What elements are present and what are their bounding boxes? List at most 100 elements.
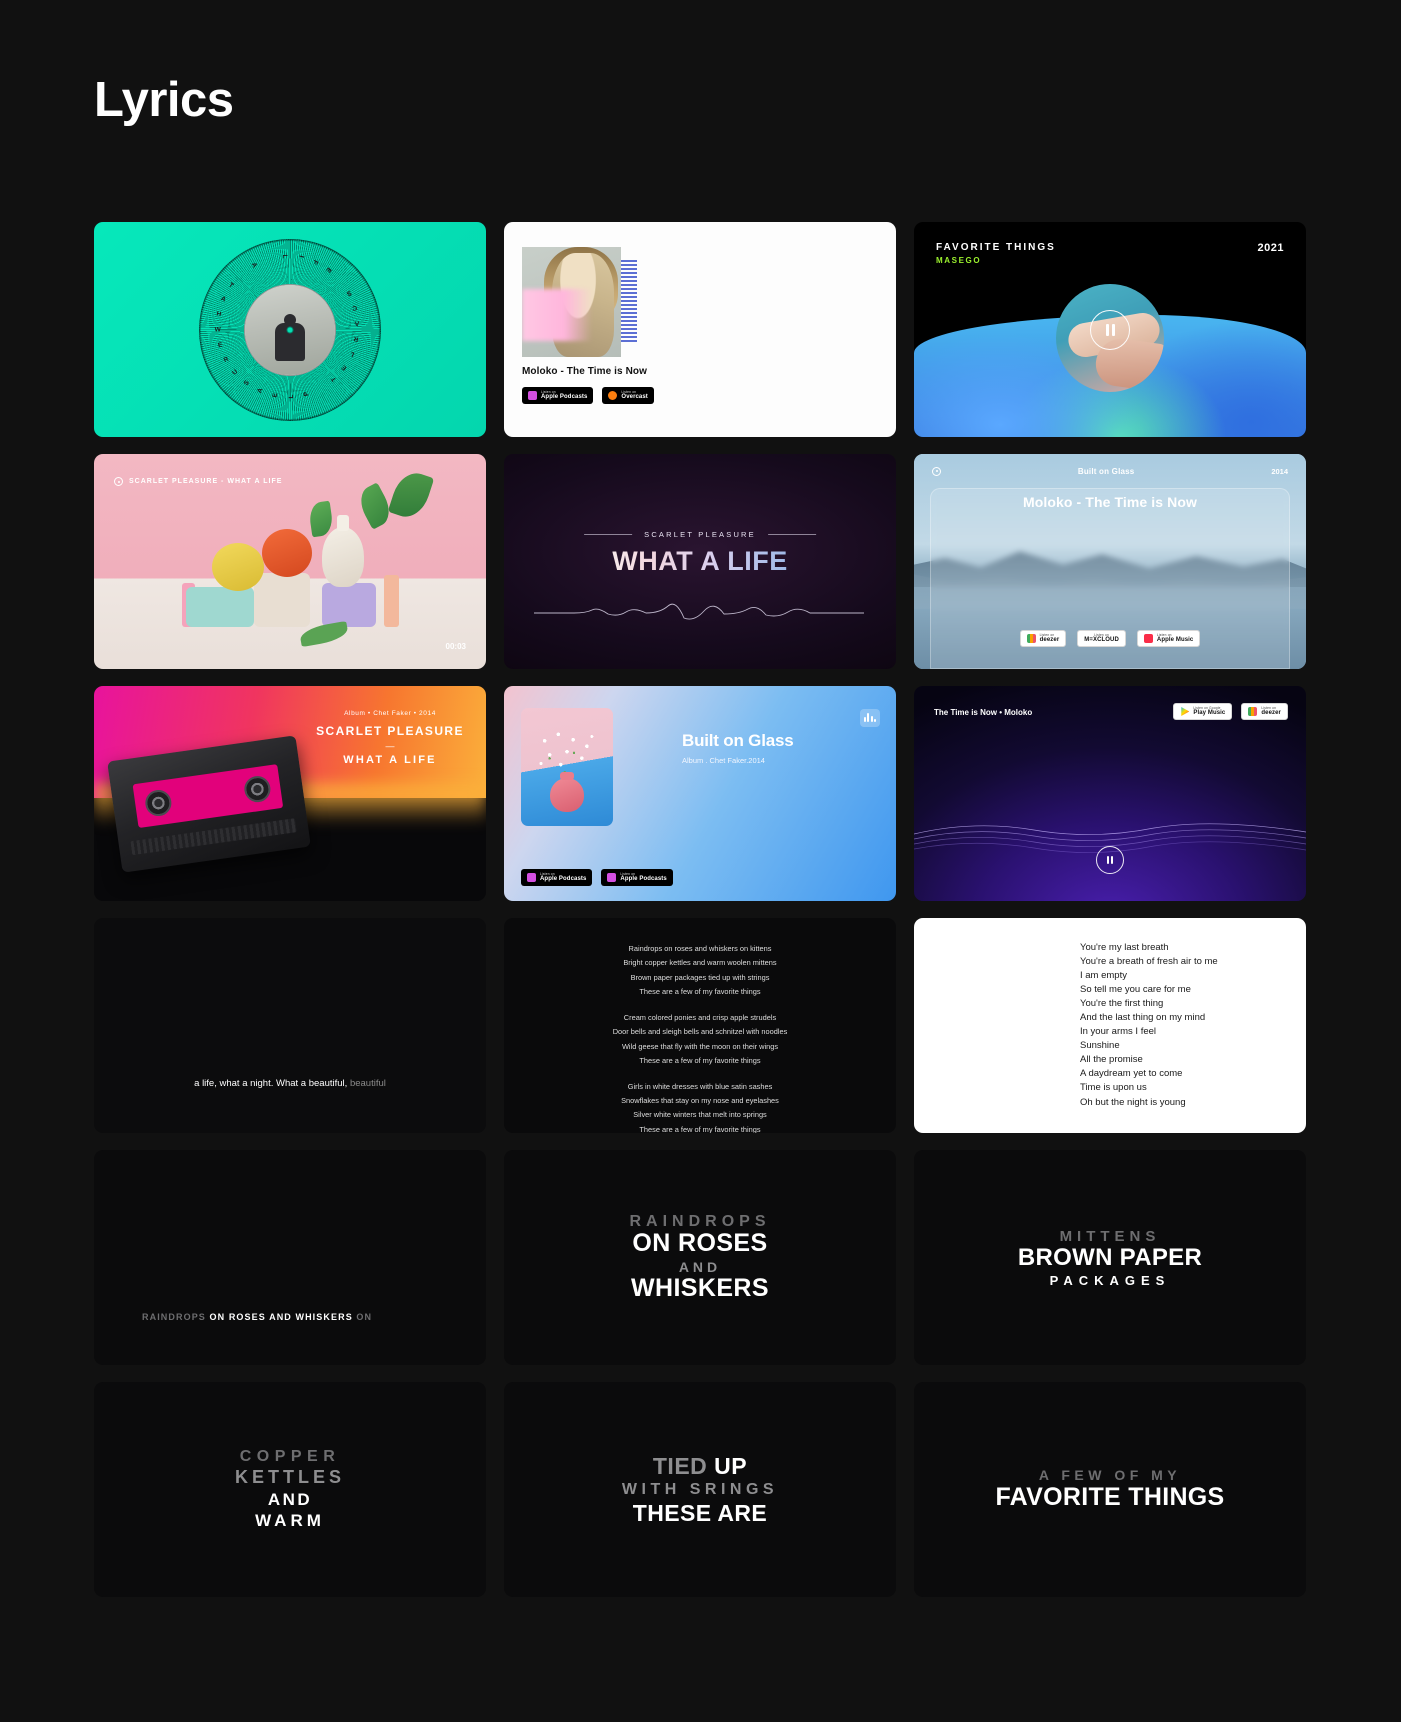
beige-pedestal: [254, 573, 310, 627]
rule-left: [584, 534, 633, 535]
vinyl-arc-char: E: [340, 362, 349, 371]
kinetic-stack: TIED UP WITH SRINGS THESE ARE: [622, 1453, 778, 1527]
lyric-line: These are a few of my favorite things: [639, 987, 761, 997]
kinetic-line: RAINDROPS ON ROSES AND WHISKERS ON: [142, 1312, 372, 1322]
deezer-icon: [1026, 634, 1036, 643]
card-kinetic-on-roses[interactable]: RAINDROPS ON ROSES AND WHISKERS: [504, 1150, 896, 1365]
built-on-glass-badges: Listen on Apple Podcasts Listen on Apple…: [521, 869, 673, 886]
card-lyrics-block[interactable]: Raindrops on roses and whiskers on kitte…: [504, 918, 896, 1133]
kinetic-line-2: ON ROSES: [632, 1228, 768, 1257]
lyric-line: In your arms I feel: [1080, 1026, 1157, 1038]
podcast-badges: Listen on Apple Podcasts Listen on Overc…: [522, 387, 654, 404]
card-purple-wave[interactable]: The Time is Now • Moloko Listen on Googl…: [914, 686, 1306, 901]
card-kinetic-favorite-things[interactable]: A FEW OF MY FAVORITE THINGS: [914, 1382, 1306, 1597]
peach-rod: [384, 575, 399, 627]
card-built-on-glass[interactable]: Built on Glass Album . Chet Faker.2014 L…: [504, 686, 896, 901]
lyric-line: Bright copper kettles and warm woolen mi…: [623, 958, 777, 968]
badge-small-label: Listen on: [541, 389, 556, 394]
card-kinetic-copper-kettles[interactable]: COPPER KETTLES AND WARM: [94, 1382, 486, 1597]
badge-small-label: Listen on: [1261, 705, 1277, 710]
card-cassette[interactable]: Album • Chet Faker • 2014 SCARLET PLEASU…: [94, 686, 486, 901]
lyric-line: Sunshine: [1080, 1040, 1120, 1052]
card-glass-photo[interactable]: Built on Glass 2014 Moloko - The Time is…: [914, 454, 1306, 669]
badge-apple-podcasts[interactable]: Listen on Apple Podcasts: [521, 869, 593, 886]
card-a-life-caption[interactable]: a life, what a night. What a beautiful, …: [94, 918, 486, 1133]
badge-big-label: Apple Podcasts: [540, 876, 587, 883]
track-title: The Time is Now • Moloko: [934, 708, 1033, 717]
badge-apple-podcasts[interactable]: Listen on Apple Podcasts: [522, 387, 594, 404]
badge-apple-podcasts-2[interactable]: Listen on Apple Podcasts: [601, 869, 673, 886]
badge-small-label: Listen on: [620, 871, 636, 876]
podcast-title: Moloko - The Time is Now: [522, 366, 648, 377]
cards-grid: WHAT A LIFE SCARLET PLEASURE WHATALIFESC…: [94, 222, 1309, 1597]
vinyl-arc-char: W: [214, 326, 222, 333]
badge-big-label: Apple Podcasts: [541, 394, 588, 401]
badge-small-label: Listen on: [1039, 632, 1055, 637]
vinyl-arc-char: A: [219, 294, 228, 304]
mint-pedestal: [186, 587, 254, 627]
card-kinetic-mittens[interactable]: MITTENS BROWN PAPER PACKAGES: [914, 1150, 1306, 1365]
kinetic-line-2: BROWN PAPER: [1017, 1243, 1203, 1271]
card-favorite-things[interactable]: FAVORITE THINGS MASEGO 2021: [914, 222, 1306, 437]
yellow-fruit: [212, 543, 264, 591]
card-podcast-player[interactable]: Moloko - The Time is Now Listen on Apple…: [504, 222, 896, 437]
white-lyrics-lines: You're my last breath You're a breath of…: [1080, 941, 1218, 1110]
vinyl-arc-char: S: [242, 378, 252, 387]
page-title: Lyrics: [94, 73, 234, 127]
badge-big-label: Apple Music: [1156, 637, 1194, 644]
verse-gap: [504, 1069, 896, 1080]
vinyl-arc-char: A: [354, 319, 360, 326]
lyric-line: Oh but the night is young: [1080, 1096, 1186, 1108]
pause-icon[interactable]: [1090, 309, 1130, 350]
lyric-line: These are a few of my favorite things: [639, 1056, 761, 1066]
badge-google-play-music[interactable]: Listen on Google Play Music: [1173, 703, 1233, 720]
badge-big-label: deezer: [1039, 637, 1060, 644]
pink-vase: [550, 778, 584, 812]
vinyl-arc-char: T: [227, 281, 235, 290]
lyric-line: A daydream yet to come: [1080, 1068, 1183, 1080]
badge-big-label: deezer: [1261, 710, 1281, 717]
badge-overcast[interactable]: Listen on Overcast: [602, 387, 654, 404]
lyric-line: These are a few of my favorite things: [639, 1124, 761, 1133]
vinyl-arc-char: U: [231, 367, 240, 377]
badge-apple-music[interactable]: Listen on Apple Music: [1136, 630, 1201, 647]
badge-deezer[interactable]: Listen on deezer: [1241, 703, 1288, 720]
lyric-line: All the promise: [1080, 1054, 1143, 1066]
card-still-life[interactable]: SCARLET PLEASURE - WHAT A LIFE 00:03: [94, 454, 486, 669]
apple-music-icon: [1143, 634, 1153, 643]
lyrics-verses: Raindrops on roses and whiskers on kitte…: [504, 942, 896, 1133]
pink-light-leak: [522, 289, 592, 341]
badge-big-label: Apple Podcasts: [620, 876, 667, 883]
what-a-life-pretitle: SCARLET PLEASURE: [584, 530, 816, 539]
purple-wave-badges: Listen on Google Play Music Listen on de…: [1173, 703, 1288, 720]
vinyl-arc-char: L: [348, 348, 356, 358]
kinetic-line-1: TIED UP: [622, 1453, 778, 1480]
vinyl-arc-char: I: [297, 254, 305, 259]
vinyl-arc-char: E: [271, 391, 280, 398]
vinyl-arc-char: A: [249, 261, 259, 269]
google-play-icon: [1181, 707, 1190, 716]
release-year: 2021: [1257, 242, 1284, 254]
card-white-lyrics[interactable]: You're my last breath You're a breath of…: [914, 918, 1306, 1133]
card-what-a-life[interactable]: SCARLET PLEASURE WHAT A LIFE: [504, 454, 896, 669]
badge-deezer[interactable]: Listen on deezer: [1019, 630, 1067, 647]
equalizer-icon[interactable]: [860, 709, 880, 727]
card-vinyl-record[interactable]: WHAT A LIFE SCARLET PLEASURE WHATALIFESC…: [94, 222, 486, 437]
caption-line: a life, what a night. What a beautiful, …: [94, 1078, 486, 1089]
kinetic-line-3: AND: [678, 1258, 722, 1275]
still-life-label-text: SCARLET PLEASURE - WHAT A LIFE: [129, 478, 283, 485]
glass-badges: Listen on deezer Listen on M=XCLOUD List…: [914, 630, 1306, 647]
badge-big-label: Overcast: [621, 394, 648, 401]
podcast-artwork: [522, 247, 621, 357]
card-kinetic-tied-up[interactable]: TIED UP WITH SRINGS THESE ARE: [504, 1382, 896, 1597]
record-dot-icon: [114, 477, 123, 486]
pause-icon[interactable]: [1096, 846, 1124, 874]
card-kinetic-raindrops-small[interactable]: RAINDROPS ON ROSES AND WHISKERS ON: [94, 1150, 486, 1365]
kinetic-stack: COPPER KETTLES AND WARM: [235, 1448, 345, 1531]
overcast-icon: [608, 391, 618, 400]
lyric-line: You're my last breath: [1080, 942, 1169, 953]
lyric-line: Brown paper packages tied up with string…: [630, 972, 770, 982]
vinyl-arc-char: E: [323, 265, 333, 274]
badge-mixcloud[interactable]: Listen on M=XCLOUD: [1077, 630, 1126, 647]
lyric-line: So tell me you care for me: [1080, 984, 1191, 996]
